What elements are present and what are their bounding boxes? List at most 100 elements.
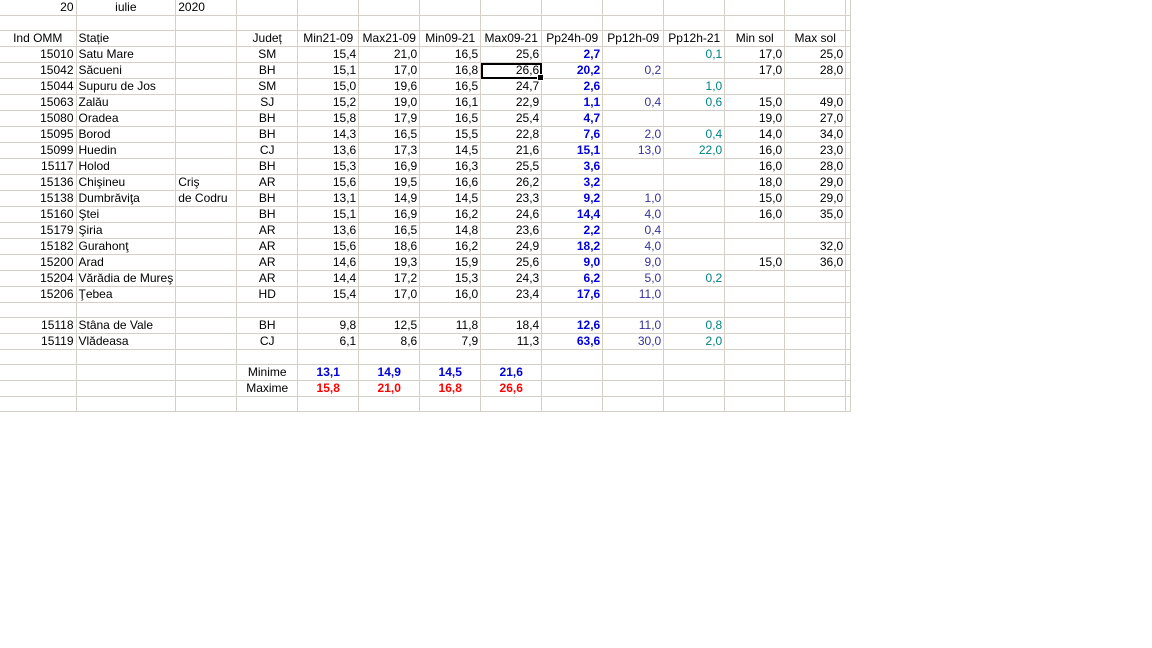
station-cell[interactable] — [602, 174, 665, 191]
summary-value-cell[interactable]: 21,6 — [480, 364, 543, 381]
cell[interactable] — [724, 15, 786, 31]
station-cell[interactable] — [784, 270, 847, 287]
station-cell[interactable] — [175, 110, 238, 127]
station-cell[interactable] — [663, 174, 726, 191]
station-cell[interactable]: de Codru — [175, 190, 238, 207]
summary-value-cell[interactable]: 14,9 — [358, 364, 421, 381]
station-cell[interactable]: 0,2 — [602, 62, 665, 79]
cell[interactable] — [541, 349, 604, 365]
cell[interactable] — [541, 15, 604, 31]
station-cell[interactable]: 16,0 — [419, 286, 482, 303]
station-cell[interactable]: HD — [236, 286, 299, 303]
column-header-cell[interactable] — [175, 30, 238, 47]
station-cell[interactable]: 15206 — [0, 286, 77, 303]
station-cell[interactable]: 21,6 — [480, 142, 543, 159]
station-cell[interactable]: 19,0 — [724, 110, 786, 127]
station-cell[interactable]: 7,9 — [419, 333, 482, 350]
station-cell[interactable]: 11,0 — [602, 317, 665, 334]
cell[interactable] — [0, 15, 77, 31]
summary-value-cell[interactable]: 13,1 — [297, 364, 360, 381]
cell[interactable] — [845, 78, 852, 95]
station-cell[interactable]: 12,5 — [358, 317, 421, 334]
station-cell[interactable] — [297, 302, 360, 318]
station-cell[interactable]: 1,1 — [541, 94, 604, 111]
station-cell[interactable]: AR — [236, 238, 299, 255]
cell[interactable] — [845, 62, 852, 79]
cell[interactable] — [845, 126, 852, 143]
cell[interactable] — [845, 142, 852, 159]
station-cell[interactable]: 22,8 — [480, 126, 543, 143]
column-header-cell[interactable]: Min21-09 — [297, 30, 360, 47]
station-cell[interactable]: 18,4 — [480, 317, 543, 334]
date-day-cell[interactable]: 20 — [0, 0, 77, 16]
station-cell[interactable]: 15138 — [0, 190, 77, 207]
station-cell[interactable]: 15,3 — [419, 270, 482, 287]
cell[interactable] — [724, 0, 786, 16]
station-cell[interactable]: 14,8 — [419, 222, 482, 239]
station-cell[interactable]: 15099 — [0, 142, 77, 159]
station-cell[interactable]: SM — [236, 78, 299, 95]
station-cell[interactable]: 4,0 — [602, 206, 665, 223]
station-cell[interactable]: 23,4 — [480, 286, 543, 303]
station-cell[interactable]: 15,0 — [724, 254, 786, 271]
station-cell[interactable] — [724, 270, 786, 287]
station-cell[interactable] — [175, 206, 238, 223]
station-cell[interactable] — [236, 302, 299, 318]
station-cell[interactable]: 17,0 — [358, 286, 421, 303]
cell[interactable] — [845, 174, 852, 191]
station-cell[interactable]: 15,4 — [297, 46, 360, 63]
station-cell[interactable] — [175, 78, 238, 95]
cell[interactable] — [845, 0, 852, 16]
station-cell[interactable] — [602, 46, 665, 63]
station-cell[interactable]: Criş — [175, 174, 238, 191]
cell[interactable] — [663, 349, 726, 365]
station-cell[interactable]: 25,4 — [480, 110, 543, 127]
cell[interactable] — [845, 15, 852, 31]
station-cell[interactable]: 15179 — [0, 222, 77, 239]
station-cell[interactable]: 24,3 — [480, 270, 543, 287]
station-cell[interactable] — [663, 254, 726, 271]
station-cell[interactable]: BH — [236, 110, 299, 127]
station-cell[interactable] — [663, 302, 726, 318]
station-cell[interactable]: 2,7 — [541, 46, 604, 63]
cell[interactable] — [541, 396, 604, 412]
cell[interactable] — [76, 349, 177, 365]
station-cell[interactable]: 24,7 — [480, 78, 543, 95]
station-cell[interactable]: 3,2 — [541, 174, 604, 191]
fill-handle[interactable] — [537, 74, 545, 81]
column-header-cell[interactable]: Min sol — [724, 30, 786, 47]
cell[interactable] — [480, 396, 543, 412]
cell[interactable] — [76, 15, 177, 31]
station-cell[interactable]: 9,0 — [541, 254, 604, 271]
cell[interactable] — [297, 349, 360, 365]
station-cell[interactable] — [784, 333, 847, 350]
station-cell[interactable]: 15044 — [0, 78, 77, 95]
date-year-cell[interactable]: 2020 — [175, 0, 238, 16]
cell[interactable] — [845, 222, 852, 239]
station-cell[interactable] — [724, 333, 786, 350]
station-cell[interactable]: 11,8 — [419, 317, 482, 334]
station-cell[interactable]: Dumbrăviţa — [76, 190, 177, 207]
cell[interactable] — [297, 0, 360, 16]
station-cell[interactable]: 15095 — [0, 126, 77, 143]
cell[interactable] — [358, 15, 421, 31]
cell[interactable] — [480, 349, 543, 365]
station-cell[interactable]: 14,4 — [297, 270, 360, 287]
station-cell[interactable]: 16,5 — [358, 126, 421, 143]
station-cell[interactable]: 29,0 — [784, 174, 847, 191]
cell[interactable] — [663, 0, 726, 16]
station-cell[interactable]: 16,0 — [724, 158, 786, 175]
station-cell[interactable]: 15117 — [0, 158, 77, 175]
station-cell[interactable]: 32,0 — [784, 238, 847, 255]
station-cell[interactable]: 63,6 — [541, 333, 604, 350]
station-cell[interactable] — [663, 190, 726, 207]
station-cell[interactable]: 15,8 — [297, 110, 360, 127]
cell[interactable] — [602, 15, 665, 31]
station-cell[interactable]: 19,3 — [358, 254, 421, 271]
station-cell[interactable] — [602, 158, 665, 175]
cell[interactable] — [845, 46, 852, 63]
station-cell[interactable]: 15,2 — [297, 94, 360, 111]
station-cell[interactable]: 2,6 — [541, 78, 604, 95]
cell[interactable] — [0, 364, 77, 381]
station-cell[interactable]: AR — [236, 222, 299, 239]
